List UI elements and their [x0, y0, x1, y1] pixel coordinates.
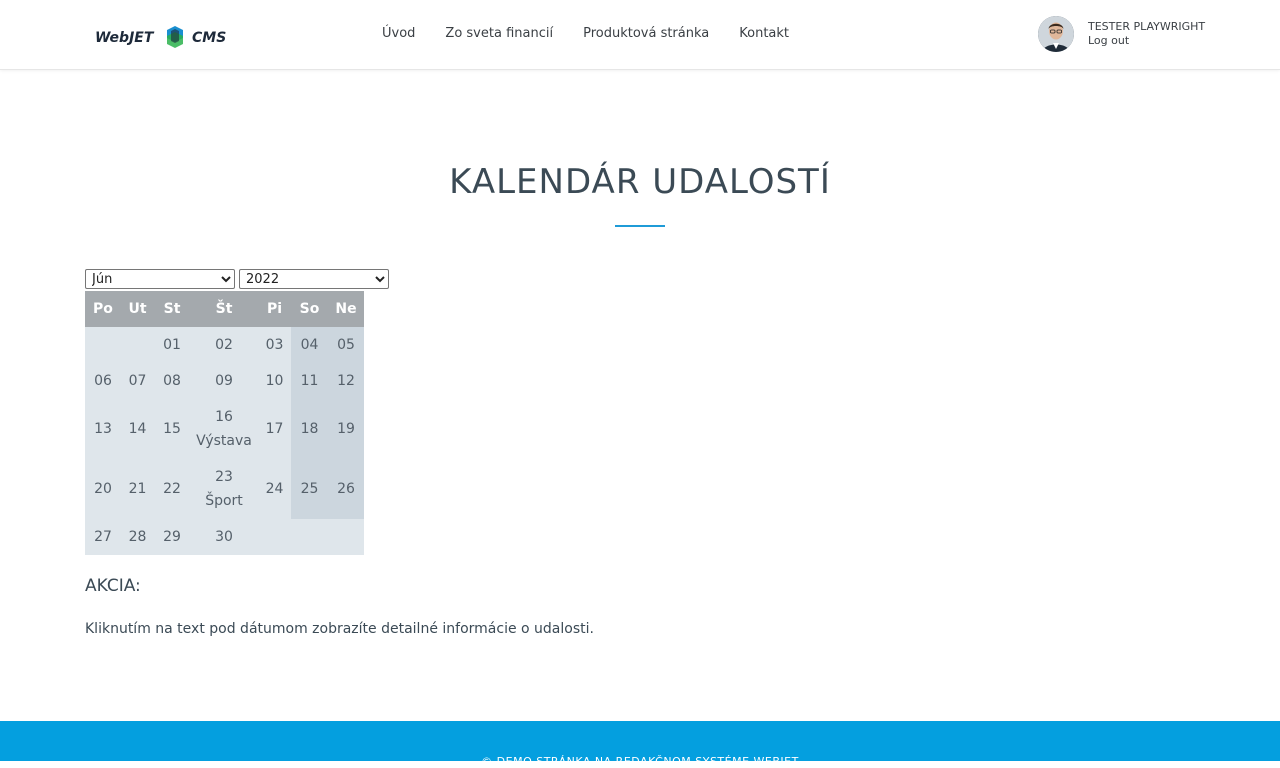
- calendar-day: 08: [154, 363, 190, 399]
- event-day-number: 16: [215, 409, 233, 425]
- logout-link[interactable]: Log out: [1088, 34, 1205, 48]
- calendar-day: 14: [121, 399, 154, 459]
- calendar-day: 02: [190, 327, 258, 363]
- user-avatar[interactable]: [1038, 16, 1074, 52]
- calendar-day: 29: [154, 519, 190, 555]
- calendar-day-weekend: 11: [291, 363, 328, 399]
- calendar-day: 01: [154, 327, 190, 363]
- calendar-day: 20: [85, 459, 121, 519]
- event-link-sport[interactable]: Šport: [190, 489, 258, 513]
- calendar-day: 03: [258, 327, 291, 363]
- main-navigation: Úvod Zo sveta financií Produktová stránk…: [382, 26, 789, 41]
- calendar-day-with-event[interactable]: 16 Výstava: [190, 399, 258, 459]
- calendar-day-weekend: 25: [291, 459, 328, 519]
- nav-item-uvod[interactable]: Úvod: [382, 26, 415, 41]
- nav-item-produktova-stranka[interactable]: Produktová stránka: [583, 26, 709, 41]
- weekday-po: Po: [85, 291, 121, 327]
- calendar-day-weekend: 04: [291, 327, 328, 363]
- month-select[interactable]: Jún: [85, 269, 235, 289]
- calendar-empty-cell: [328, 519, 364, 555]
- calendar-day: 22: [154, 459, 190, 519]
- calendar-empty-cell: [258, 519, 291, 555]
- webjet-cms-logo[interactable]: WebJET CMS: [95, 22, 231, 52]
- event-calendar: Po Ut St Št Pi So Ne 01 02 03 04 05 06 0…: [85, 291, 364, 555]
- calendar-day: 30: [190, 519, 258, 555]
- calendar-day: 21: [121, 459, 154, 519]
- calendar-day: 17: [258, 399, 291, 459]
- calendar-empty-cell: [121, 327, 154, 363]
- calendar-day-weekend: 19: [328, 399, 364, 459]
- nav-item-kontakt[interactable]: Kontakt: [739, 26, 789, 41]
- calendar-day-with-event[interactable]: 23 Šport: [190, 459, 258, 519]
- calendar-day: 09: [190, 363, 258, 399]
- calendar-week-row: 06 07 08 09 10 11 12: [85, 363, 364, 399]
- calendar-week-row: 20 21 22 23 Šport 24 25 26: [85, 459, 364, 519]
- akcia-label: AKCIA:: [85, 576, 141, 596]
- calendar-day: 13: [85, 399, 121, 459]
- event-link-vystava[interactable]: Výstava: [190, 429, 258, 453]
- weekday-stv: Št: [190, 291, 258, 327]
- calendar-empty-cell: [85, 327, 121, 363]
- calendar-day: 27: [85, 519, 121, 555]
- site-footer: © DEMO STRÁNKA NA REDAKČNOM SYSTÉME WEBJ…: [0, 721, 1280, 768]
- calendar-week-row: 01 02 03 04 05: [85, 327, 364, 363]
- event-day-number: 23: [215, 469, 233, 485]
- site-header: WebJET CMS Úvod Zo sveta financií Produk…: [0, 0, 1280, 70]
- calendar-day-weekend: 26: [328, 459, 364, 519]
- calendar-day: 07: [121, 363, 154, 399]
- calendar-empty-cell: [291, 519, 328, 555]
- weekday-st: St: [154, 291, 190, 327]
- weekday-so: So: [291, 291, 328, 327]
- user-name: TESTER PLAYWRIGHT: [1088, 20, 1206, 33]
- user-panel: TESTER PLAYWRIGHT Log out: [1038, 16, 1205, 52]
- calendar-day: 15: [154, 399, 190, 459]
- calendar-day: 24: [258, 459, 291, 519]
- user-info: TESTER PLAYWRIGHT Log out: [1088, 20, 1205, 48]
- svg-text:WebJET: WebJET: [95, 30, 155, 46]
- page-title: KALENDÁR UDALOSTÍ: [449, 162, 831, 202]
- calendar-day: 28: [121, 519, 154, 555]
- calendar-week-row: 27 28 29 30: [85, 519, 364, 555]
- calendar-day-weekend: 18: [291, 399, 328, 459]
- footer-copyright: © DEMO STRÁNKA NA REDAKČNOM SYSTÉME WEBJ…: [481, 755, 799, 768]
- calendar-week-row: 13 14 15 16 Výstava 17 18 19: [85, 399, 364, 459]
- calendar-hint-text: Kliknutím na text pod dátumom zobrazíte …: [85, 621, 594, 637]
- year-select[interactable]: 2022: [239, 269, 389, 289]
- weekday-pi: Pi: [258, 291, 291, 327]
- calendar-day-weekend: 12: [328, 363, 364, 399]
- svg-text:CMS: CMS: [192, 30, 226, 46]
- nav-item-zo-sveta-financii[interactable]: Zo sveta financií: [445, 26, 553, 41]
- calendar-day-weekend: 05: [328, 327, 364, 363]
- calendar-day: 10: [258, 363, 291, 399]
- weekday-ut: Ut: [121, 291, 154, 327]
- calendar-day: 06: [85, 363, 121, 399]
- weekday-header-row: Po Ut St Št Pi So Ne: [85, 291, 364, 327]
- weekday-ne: Ne: [328, 291, 364, 327]
- title-underline: [615, 225, 665, 227]
